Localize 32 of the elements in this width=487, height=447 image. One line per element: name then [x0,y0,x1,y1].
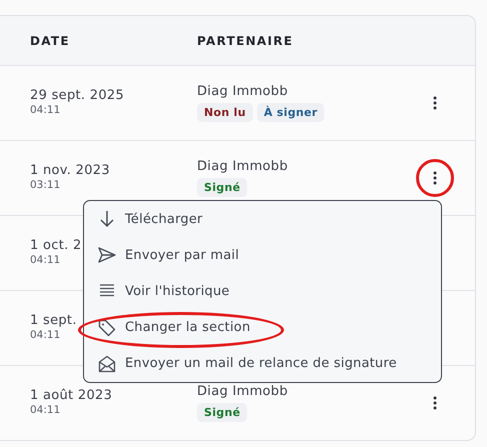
date-text: 29 sept. 2025 [30,88,124,103]
time-text: 04:11 [30,104,60,116]
status-tag: Signé [197,403,248,422]
menu-item[interactable]: Envoyer un mail de relance de signature [84,346,441,382]
menu-item[interactable]: Changer la section [84,310,441,346]
tag-icon [98,318,116,337]
more-icon [433,96,437,110]
time-text: 04:11 [30,329,60,341]
partner-name: Diag Immobb [197,384,288,399]
date-text: 1 nov. 2023 [30,163,110,178]
menu-item[interactable]: Envoyer par mail [84,237,441,274]
time-text: 04:11 [30,254,60,266]
column-header: DATE [30,34,71,48]
send-icon [98,247,116,264]
arrow-down-icon [99,210,115,228]
column-header: PARTENAIRE [197,34,294,48]
date-text: 1 août 2023 [30,388,112,403]
more-icon [433,171,437,185]
partner-name: Diag Immobb [197,84,288,99]
status-tag: À signer [256,103,324,122]
status-tag: Signé [197,178,248,197]
time-text: 03:11 [30,179,60,191]
more-icon [433,396,437,410]
envelope-icon [98,354,116,373]
partner-name: Diag Immobb [197,159,288,174]
menu-item[interactable]: Voir l'historique [84,273,441,310]
menu-item[interactable]: Télécharger [84,201,441,238]
date-text: 1 oct. 2 [30,238,82,253]
status-tag: Non lu [197,103,253,122]
date-text: 1 sept. [30,313,77,328]
list-icon [99,284,115,298]
time-text: 04:11 [30,404,60,416]
